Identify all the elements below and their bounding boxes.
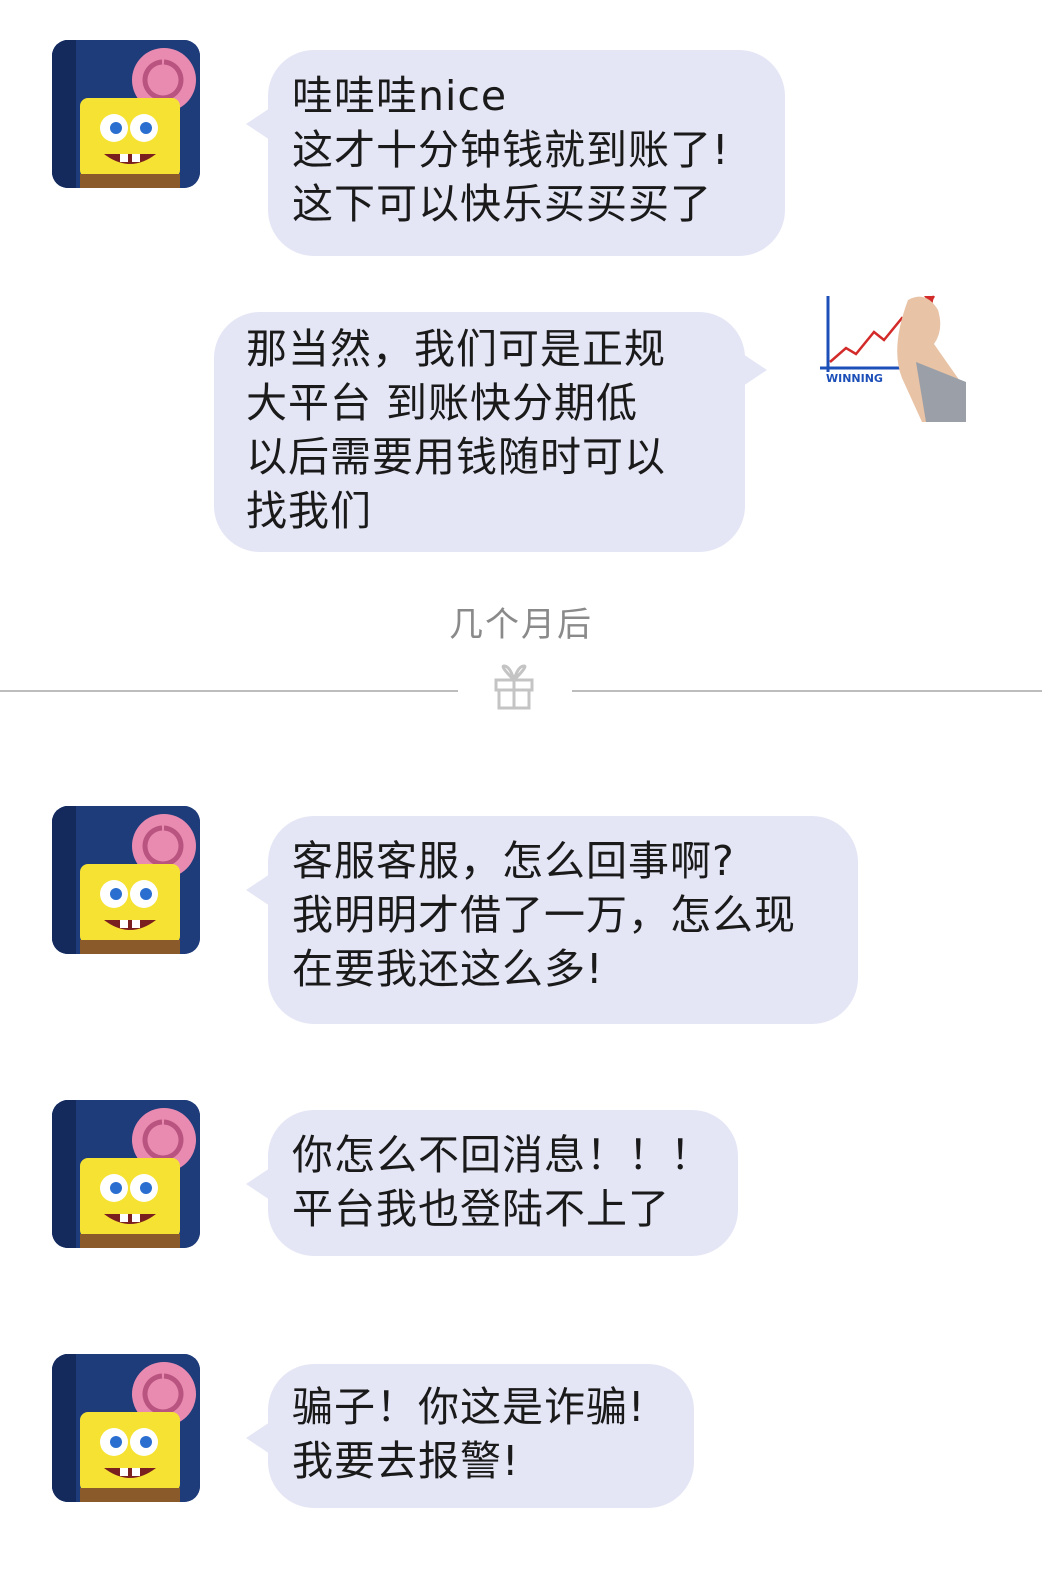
user-avatar[interactable] bbox=[52, 40, 200, 188]
message-bubble[interactable]: 骗子！你这是诈骗! 我要去报警! bbox=[246, 1364, 694, 1508]
message-bubble[interactable]: 你怎么不回消息！！！ 平台我也登陆不上了 bbox=[246, 1110, 738, 1256]
time-divider-label: 几个月后 bbox=[449, 605, 593, 645]
divider-line-left bbox=[0, 690, 458, 692]
spongebob-avatar-icon bbox=[52, 1354, 200, 1502]
message-bubble[interactable]: 那当然，我们可是正规 大平台 到账快分期低 以后需要用钱随时可以 找我们 bbox=[214, 312, 767, 552]
service-avatar[interactable]: WINNING bbox=[816, 282, 966, 422]
gift-icon bbox=[490, 662, 538, 710]
winning-caption: WINNING bbox=[826, 372, 883, 385]
spongebob-avatar-icon bbox=[52, 806, 200, 954]
message-bubble[interactable]: 哇哇哇nice 这才十分钟钱就到账了! 这下可以快乐买买买了 bbox=[246, 50, 785, 256]
message-bubble[interactable]: 客服客服，怎么回事啊? 我明明才借了一万，怎么现 在要我还这么多! bbox=[246, 816, 858, 1024]
user-avatar[interactable] bbox=[52, 806, 200, 954]
spongebob-avatar-icon bbox=[52, 40, 200, 188]
user-avatar[interactable] bbox=[52, 1354, 200, 1502]
winning-chart-icon bbox=[816, 282, 966, 422]
divider-line-right bbox=[572, 690, 1042, 692]
spongebob-avatar-icon bbox=[52, 1100, 200, 1248]
user-avatar[interactable] bbox=[52, 1100, 200, 1248]
